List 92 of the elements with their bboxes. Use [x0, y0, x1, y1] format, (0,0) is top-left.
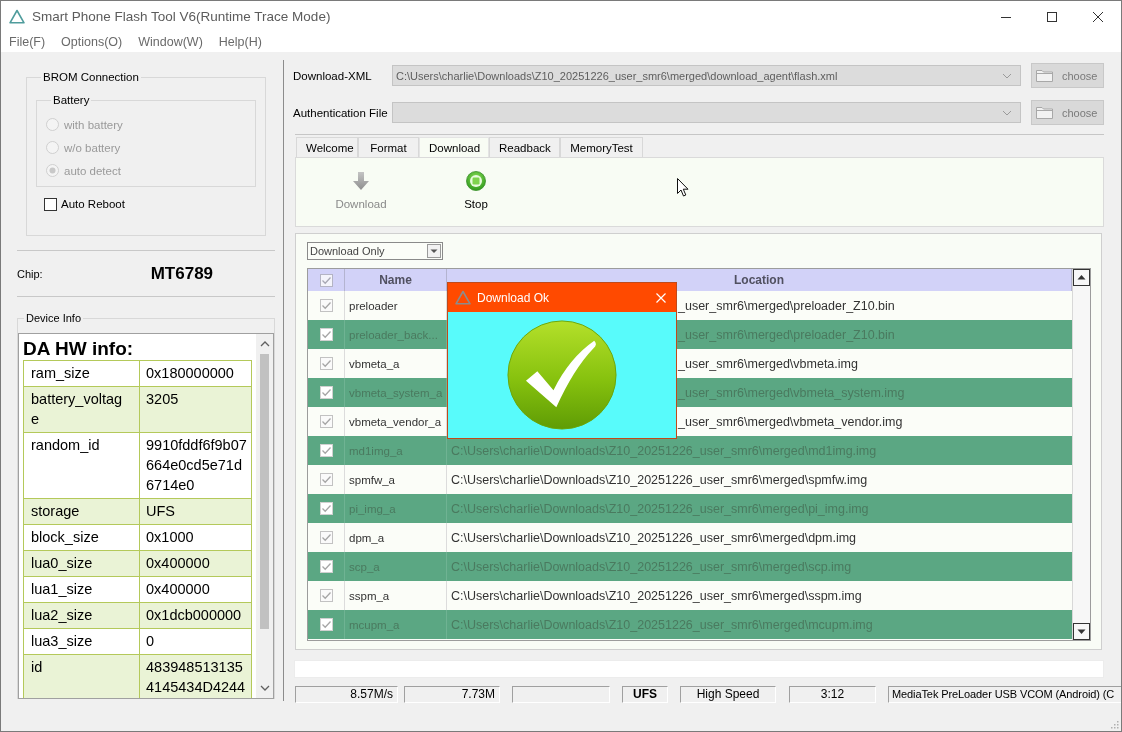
table-cell: battery_voltage — [23, 386, 140, 433]
checkbox[interactable] — [319, 560, 333, 573]
status-field: 3:12 — [789, 686, 876, 703]
tab[interactable]: Download — [419, 137, 489, 157]
checkbox[interactable] — [319, 531, 333, 544]
status-field: UFS — [622, 686, 668, 703]
table-cell: 0x180000000 — [139, 360, 252, 387]
mouse-pointer-icon — [677, 178, 689, 197]
resize-grip-icon[interactable] — [1109, 719, 1119, 729]
maximize-icon — [1047, 11, 1057, 22]
checkbox[interactable] — [319, 299, 333, 312]
folder-icon — [1036, 106, 1053, 119]
table-cell: vbmeta_vendor_a — [349, 415, 442, 428]
dropdown-field[interactable]: Download Only — [307, 242, 443, 260]
table-cell: block_size — [23, 524, 140, 551]
table-cell: 0x1dcb000000 — [139, 602, 252, 629]
close-icon — [1093, 11, 1103, 22]
table-cell: 0 — [139, 628, 252, 655]
table-cell: random_id — [23, 432, 140, 499]
triangle-logo-icon — [455, 290, 471, 305]
stop-icon — [465, 170, 487, 192]
scroll-up-icon[interactable] — [1073, 269, 1090, 286]
table-cell: lua1_size — [23, 576, 140, 603]
status-field: MediaTek PreLoader USB VCOM (Android) (C — [888, 686, 1121, 703]
field-label: Authentication File — [293, 106, 389, 119]
table-cell: C:\Users\charlie\Downloads\Z10_20251226_user_smr6\merged\spmfw.img — [451, 472, 868, 487]
scrollbar-thumb[interactable] — [260, 354, 269, 629]
checkbox[interactable] — [319, 328, 333, 341]
menu-item[interactable]: File(F) — [9, 35, 46, 49]
table-cell: lua0_size — [23, 550, 140, 577]
chip-value: MT6789 — [150, 263, 214, 284]
table-cell: 4839485131354145434D4244 — [139, 654, 252, 698]
checkbox[interactable] — [319, 273, 333, 287]
table-cell: UFS — [139, 498, 252, 525]
table-cell: 9910fddf6f9b07664e0cd5e71d6714e0 — [139, 432, 252, 499]
window-title: Smart Phone Flash Tool V6(Runtime Trace Mode) — [32, 9, 332, 24]
checkbox[interactable] — [319, 444, 333, 457]
group-title: Battery — [52, 93, 91, 107]
table-cell: C:\Users\charlie\Downloads\Z10_20251226_user_smr6\merged\sspm.img — [451, 588, 862, 603]
tab[interactable]: Readback — [489, 137, 560, 157]
chip-label: Chip: — [17, 267, 43, 280]
triangle-logo-icon — [9, 9, 25, 24]
table-cell: _user_smr6\merged\preloader_Z10.bin — [678, 298, 895, 313]
tab[interactable]: MemoryTest — [560, 137, 643, 157]
status-field: High Speed — [680, 686, 776, 703]
group-title: BROM Connection — [42, 70, 140, 84]
checkbox[interactable] — [319, 618, 333, 631]
status-field: 7.73M — [404, 686, 500, 703]
table-cell: storage — [23, 498, 140, 525]
checkbox[interactable] — [319, 473, 333, 486]
folder-icon — [1036, 69, 1053, 82]
scrollbar[interactable] — [256, 334, 273, 698]
menu-item[interactable]: Options(O) — [61, 35, 123, 49]
checkbox[interactable] — [319, 502, 333, 515]
table-cell: id — [23, 654, 140, 698]
table-cell: dpm_a — [349, 531, 385, 544]
table-cell: lua2_size — [23, 602, 140, 629]
field-label: Download-XML — [293, 69, 373, 82]
table-cell: lua3_size — [23, 628, 140, 655]
table-cell: ram_size — [23, 360, 140, 387]
table-cell: 0x1000 — [139, 524, 252, 551]
table-cell: vbmeta_a — [349, 357, 400, 370]
table-cell: 0x400000 — [139, 576, 252, 603]
scrollbar[interactable] — [1072, 269, 1090, 640]
close-icon — [656, 292, 666, 303]
table-cell: 0x400000 — [139, 550, 252, 577]
check-circle-icon — [507, 320, 617, 430]
group-title: Device Info — [25, 311, 83, 325]
menu-item[interactable]: Window(W) — [138, 35, 203, 49]
checkbox[interactable] — [319, 357, 333, 370]
menu-item[interactable]: Help(H) — [218, 35, 262, 49]
checkbox[interactable] — [319, 589, 333, 602]
down-arrow-icon — [350, 170, 372, 192]
checkbox[interactable]: Auto Reboot — [44, 195, 125, 213]
table-cell: _user_smr6\merged\vbmeta_vendor.img — [678, 414, 903, 429]
table-cell: spmfw_a — [349, 473, 396, 486]
table-cell: sspm_a — [349, 589, 390, 602]
info-heading: DA HW info: — [23, 337, 135, 360]
chevron-down-icon — [1002, 72, 1012, 79]
table-cell: _user_smr6\merged\vbmeta.img — [678, 356, 858, 371]
scroll-down-icon[interactable] — [1073, 623, 1090, 640]
status-field: 8.57M/s — [295, 686, 398, 703]
tab[interactable]: Welcome — [296, 137, 358, 157]
checkbox[interactable] — [319, 415, 333, 428]
chevron-down-icon — [1002, 109, 1012, 116]
tab[interactable]: Format — [358, 137, 419, 157]
table-cell: preloader — [349, 299, 398, 312]
table-cell: C:\Users\charlie\Downloads\Z10_20251226_user_smr6\merged\dpm.img — [451, 530, 857, 545]
table-cell: 3205 — [139, 386, 252, 433]
checkbox[interactable] — [319, 386, 333, 399]
stop-button[interactable]: Stop — [451, 170, 501, 218]
dialog-title: Download Ok — [477, 290, 551, 305]
